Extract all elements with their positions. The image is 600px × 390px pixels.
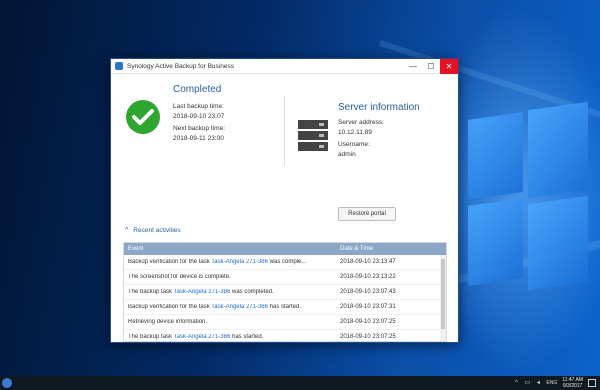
- table-row[interactable]: Backup verification for the task Task-An…: [124, 300, 446, 315]
- event-text: The backup task: [128, 289, 174, 295]
- clock[interactable]: 11:47 AM 9/3/2017: [562, 377, 583, 389]
- app-icon: [115, 62, 123, 70]
- chevron-up-icon: ^: [125, 227, 129, 234]
- event-text: Backup verification for the task: [128, 304, 212, 310]
- last-backup-label: Last backup time:: [173, 103, 224, 110]
- server-address-label: Server address:: [338, 119, 384, 126]
- datetime-cell: 2018-09-10 23:13:22: [340, 274, 396, 280]
- event-text: The backup task: [128, 334, 174, 340]
- datetime-cell: 2018-09-10 23:07:43: [340, 289, 396, 295]
- event-cell: The backup task Task-Angela 271-386 has …: [124, 334, 338, 340]
- datetime-cell: 2018-09-10 23:07:25: [340, 334, 396, 340]
- event-text-suffix: has started.: [230, 334, 264, 340]
- status-heading: Completed: [173, 84, 222, 95]
- event-text-suffix: has started.: [267, 304, 302, 310]
- event-cell: The backup task Task-Angela 271-386 was …: [124, 289, 338, 295]
- network-icon[interactable]: ▭: [524, 380, 531, 386]
- language-indicator[interactable]: ENG: [546, 380, 557, 386]
- notification-icon[interactable]: [588, 379, 596, 387]
- status-panel: Completed Last backup time: 2018-09-10 2…: [111, 74, 458, 169]
- maximize-button[interactable]: ☐: [422, 59, 440, 74]
- taskbar: ^ ▭ ◂ ENG 11:47 AM 9/3/2017: [0, 376, 600, 390]
- recent-heading: Recent activities: [133, 227, 181, 234]
- event-cell: Backup verification for the task Task-An…: [124, 259, 338, 265]
- next-backup-label: Next backup time:: [173, 125, 226, 132]
- table-row[interactable]: Backup verification for the task Task-An…: [124, 255, 446, 270]
- server-icon: [298, 120, 328, 152]
- scrollbar[interactable]: [440, 255, 446, 341]
- table-header: Event Date & Time: [124, 243, 446, 255]
- task-link[interactable]: Task-Angela 271-386: [211, 304, 268, 310]
- column-datetime[interactable]: Date & Time: [338, 246, 373, 252]
- column-event[interactable]: Event: [124, 246, 338, 252]
- username-value: admin: [338, 151, 356, 158]
- app-window: Synology Active Backup for Business — ☐ …: [110, 58, 459, 343]
- username-label: Username:: [338, 141, 370, 148]
- event-cell: The screenshot for device is complete.: [124, 274, 338, 280]
- event-cell: Retrieving device information.: [124, 319, 338, 325]
- table-row[interactable]: The backup task Task-Angela 271-386 has …: [124, 330, 446, 341]
- title-bar[interactable]: Synology Active Backup for Business — ☐ …: [111, 58, 458, 74]
- windows-logo-wallpaper: [468, 96, 588, 291]
- table-row[interactable]: Retrieving device information. 2018-09-10…: [124, 315, 446, 330]
- event-text-suffix: was comple...: [267, 259, 307, 265]
- server-heading: Server information: [338, 102, 420, 113]
- event-text: The screenshot for device is complete.: [128, 274, 231, 280]
- server-address-value: 10.12.11.89: [338, 129, 372, 136]
- table-row[interactable]: The screenshot for device is complete. 20…: [124, 270, 446, 285]
- clock-date: 9/3/2017: [562, 383, 583, 389]
- restore-portal-button[interactable]: Restore portal: [338, 207, 396, 221]
- next-backup-value: 2018-09-11 23:00: [173, 135, 224, 142]
- divider: [284, 96, 285, 166]
- activity-table: Event Date & Time Backup verification fo…: [123, 242, 447, 342]
- event-text: Backup verification for the task: [128, 259, 212, 265]
- recent-activities-toggle[interactable]: ^ Recent activities: [125, 227, 181, 234]
- event-text-suffix: was completed.: [230, 289, 274, 295]
- start-button[interactable]: [0, 376, 14, 390]
- table-row[interactable]: The backup task Task-Angela 271-386 was …: [124, 285, 446, 300]
- window-title: Synology Active Backup for Business: [127, 62, 234, 70]
- task-link[interactable]: Task-Angela 271-386: [211, 259, 268, 265]
- minimize-button[interactable]: —: [404, 59, 422, 74]
- last-backup-value: 2018-09-10 23:07: [173, 113, 225, 120]
- task-link[interactable]: Task-Angela 271-386: [174, 289, 231, 295]
- datetime-cell: 2018-09-10 23:13:47: [340, 259, 396, 265]
- check-icon: [126, 100, 160, 134]
- chevron-up-tray-icon[interactable]: ^: [513, 380, 519, 386]
- event-text: Retrieving device information.: [128, 319, 208, 325]
- task-link[interactable]: Task-Angela 271-386: [174, 334, 231, 340]
- close-button[interactable]: ✕: [440, 58, 458, 74]
- event-cell: Backup verification for the task Task-An…: [124, 304, 338, 310]
- datetime-cell: 2018-09-10 23:07:31: [340, 304, 396, 310]
- datetime-cell: 2018-09-10 23:07:25: [340, 319, 396, 325]
- volume-icon[interactable]: ◂: [535, 380, 541, 386]
